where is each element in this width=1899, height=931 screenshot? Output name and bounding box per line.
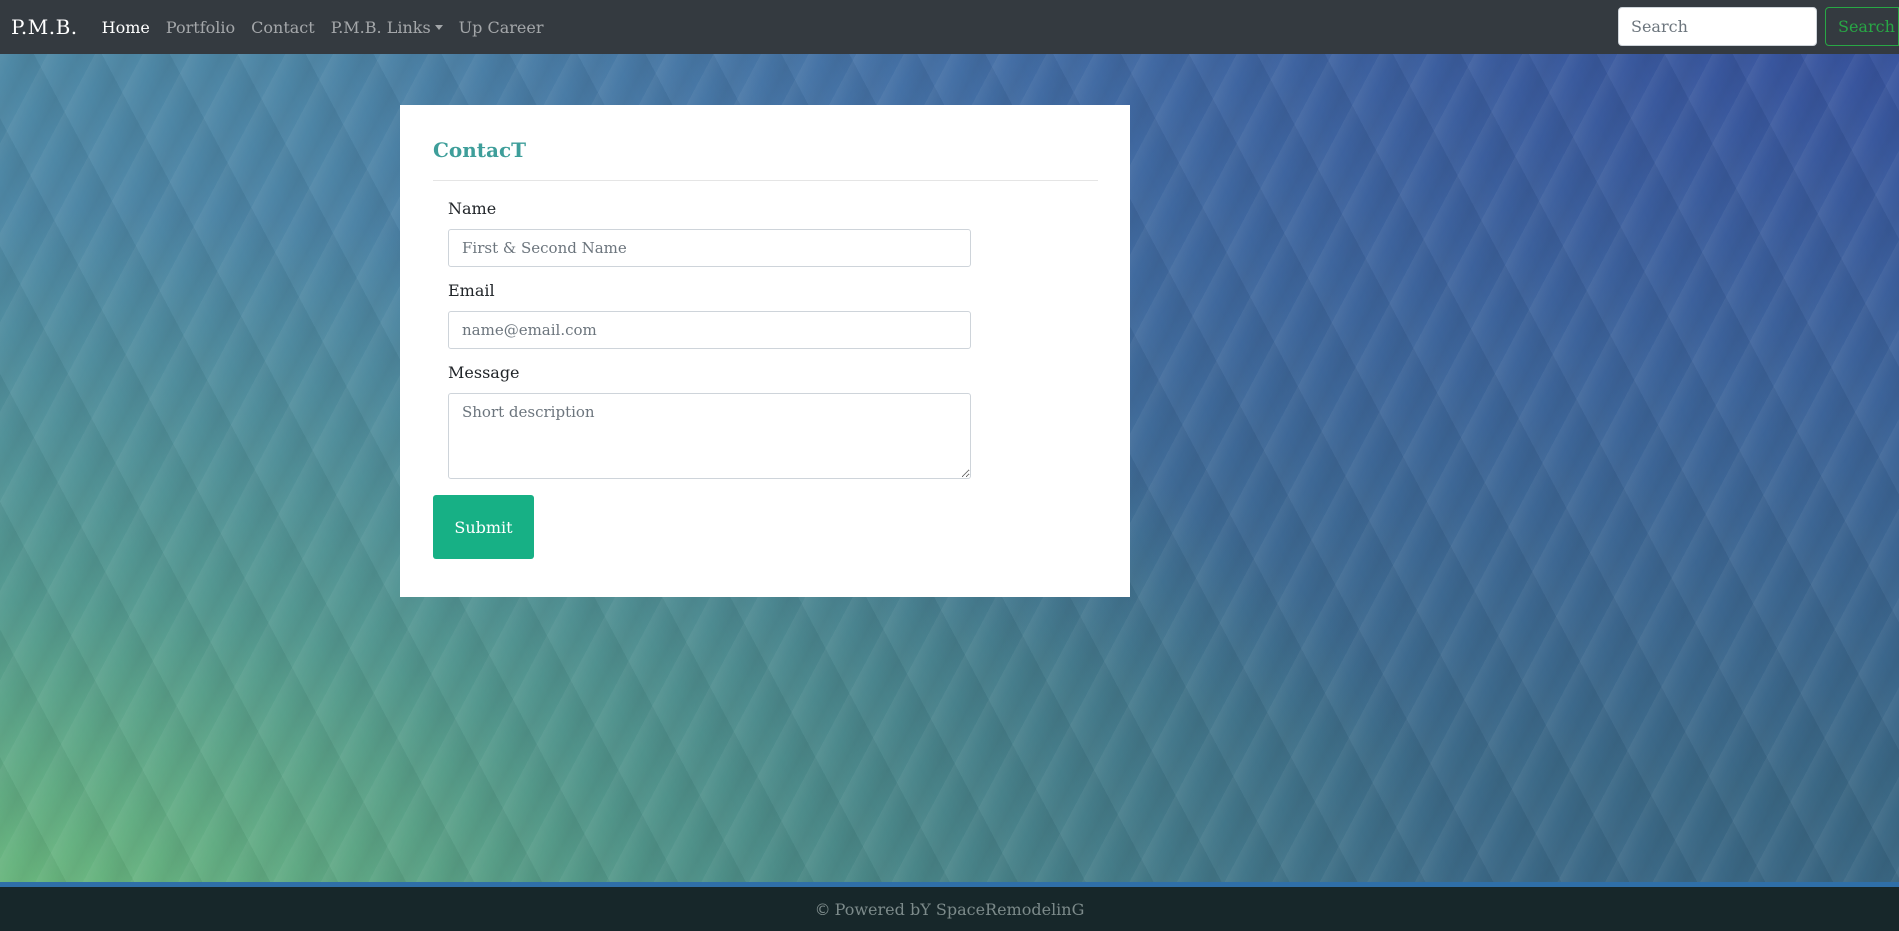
message-field-group: Message xyxy=(448,363,1097,483)
submit-button[interactable]: Submit xyxy=(433,495,534,559)
nav-link-contact[interactable]: Contact xyxy=(251,18,315,37)
title-divider xyxy=(433,180,1098,181)
search-input[interactable] xyxy=(1618,7,1817,46)
footer-text: Powered bY SpaceRemodelinG xyxy=(834,899,1085,919)
nav-search-form: Search xyxy=(1618,7,1899,46)
email-label: Email xyxy=(448,281,495,300)
nav-link-up-career[interactable]: Up Career xyxy=(459,18,544,37)
name-field-group: Name xyxy=(448,199,1097,267)
nav-links: Home Portfolio Contact P.M.B. Links Up C… xyxy=(102,18,560,37)
contact-card: ContacT Name Email Message Submit xyxy=(400,105,1130,597)
name-label: Name xyxy=(448,199,497,218)
brand-logo[interactable]: P.M.B. xyxy=(11,15,78,39)
footer: © Powered bY SpaceRemodelinG xyxy=(0,887,1899,931)
email-input[interactable] xyxy=(448,311,971,349)
email-field-group: Email xyxy=(448,281,1097,349)
nav-link-portfolio[interactable]: Portfolio xyxy=(166,18,235,37)
message-label: Message xyxy=(448,363,520,382)
nav-dropdown-label: P.M.B. Links xyxy=(330,17,431,37)
nav-dropdown-pmb-links[interactable]: P.M.B. Links xyxy=(331,18,443,37)
contact-title: ContacT xyxy=(433,138,527,162)
top-navbar: P.M.B. Home Portfolio Contact P.M.B. Lin… xyxy=(0,0,1899,54)
name-input[interactable] xyxy=(448,229,971,267)
copyright-icon: © xyxy=(814,899,831,919)
nav-link-home[interactable]: Home xyxy=(102,18,150,37)
caret-down-icon xyxy=(434,24,443,30)
message-textarea[interactable] xyxy=(448,393,971,479)
search-button[interactable]: Search xyxy=(1825,7,1899,46)
